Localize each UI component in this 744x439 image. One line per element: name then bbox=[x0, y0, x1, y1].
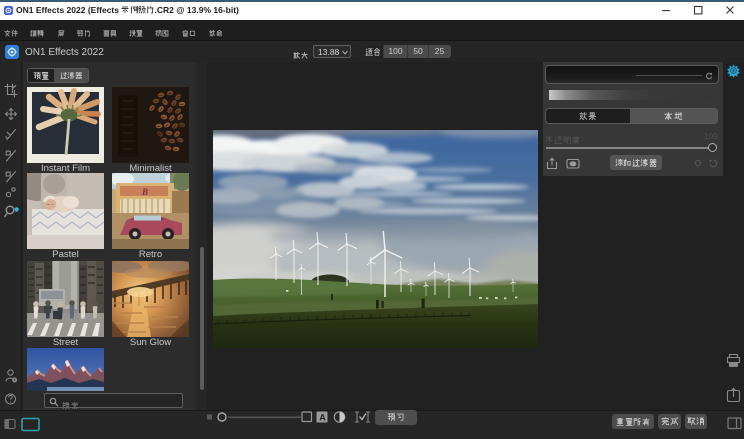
svg-text:B: B bbox=[141, 187, 148, 197]
svg-text:A: A bbox=[319, 412, 326, 422]
